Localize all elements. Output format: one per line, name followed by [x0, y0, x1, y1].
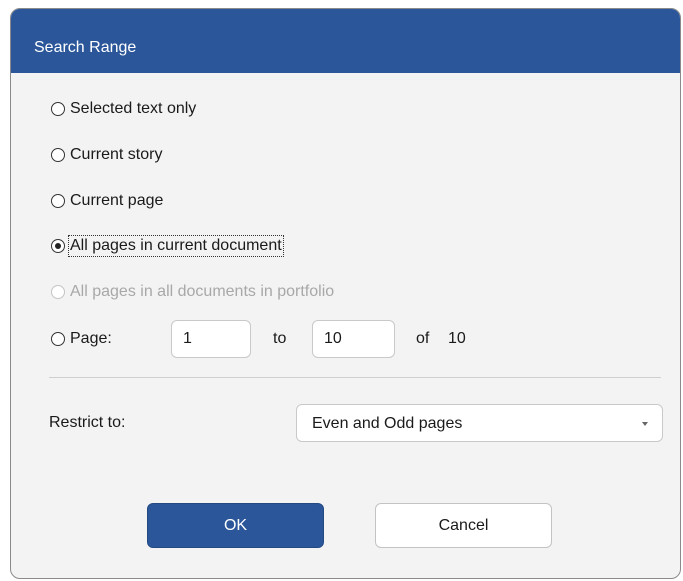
radio-label-page: Page: — [70, 330, 112, 347]
page-to-label: to — [273, 330, 287, 347]
radio-label-current-page: Current page — [70, 192, 164, 209]
radio-label-all-pages-current: All pages in current document — [68, 235, 284, 257]
radio-label-current-story: Current story — [70, 146, 163, 163]
page-from-input[interactable]: 1 — [171, 320, 251, 358]
restrict-label: Restrict to: — [49, 414, 126, 431]
radio-button-disabled — [51, 285, 65, 299]
radio-label-selected-text: Selected text only — [70, 100, 197, 117]
restrict-selected-value: Even and Odd pages — [312, 415, 463, 432]
radio-option-selected-text[interactable]: Selected text only — [51, 97, 197, 121]
cancel-button[interactable]: Cancel — [375, 503, 552, 548]
ok-button[interactable]: OK — [147, 503, 324, 548]
radio-option-current-page[interactable]: Current page — [51, 189, 164, 213]
radio-button[interactable] — [51, 332, 65, 346]
radio-button-selected[interactable] — [51, 239, 65, 253]
radio-option-page-range[interactable]: Page: — [51, 327, 113, 351]
radio-button[interactable] — [51, 194, 65, 208]
radio-button[interactable] — [51, 148, 65, 162]
dialog-title: Search Range — [34, 39, 137, 56]
search-range-dialog: Search Range Selected text only Current … — [10, 8, 681, 579]
restrict-dropdown[interactable]: Even and Odd pages — [296, 404, 663, 442]
radio-option-all-pages-portfolio: All pages in all documents in portfolio — [51, 280, 335, 304]
radio-button[interactable] — [51, 102, 65, 116]
page-of-label: of — [416, 330, 430, 347]
page-to-input[interactable]: 10 — [312, 320, 395, 358]
separator — [49, 377, 661, 378]
radio-option-current-story[interactable]: Current story — [51, 143, 163, 167]
radio-label-all-pages-portfolio: All pages in all documents in portfolio — [70, 283, 335, 300]
chevron-down-icon — [642, 422, 648, 426]
page-total: 10 — [448, 330, 466, 347]
radio-option-all-pages-current[interactable]: All pages in current document — [51, 234, 284, 258]
title-bar[interactable]: Search Range — [11, 9, 680, 73]
